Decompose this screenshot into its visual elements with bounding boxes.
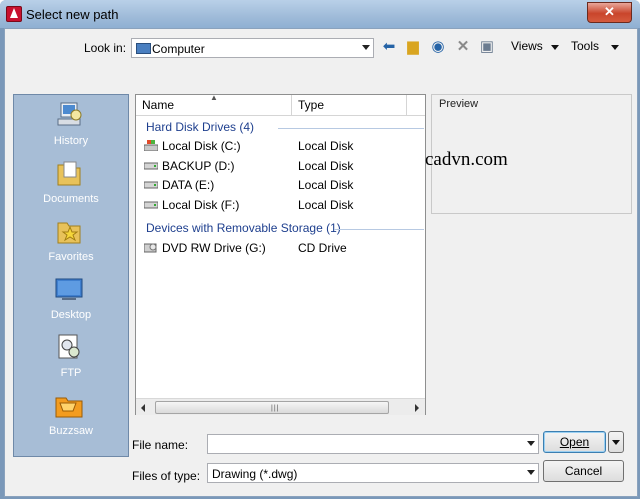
group-hard-disk-drives[interactable]: Hard Disk Drives (4)	[146, 120, 254, 134]
scroll-right-icon[interactable]	[415, 404, 419, 412]
place-documents[interactable]: Documents	[14, 155, 128, 211]
autocad-app-icon	[6, 6, 22, 22]
file-list-header: Name ▲ Type	[136, 93, 425, 116]
group-removable-storage[interactable]: Devices with Removable Storage (1)	[146, 221, 341, 235]
preview-label: Preview	[439, 98, 479, 110]
scroll-left-icon[interactable]	[141, 404, 145, 412]
delete-icon[interactable]: ✕	[453, 38, 473, 56]
desktop-icon	[55, 278, 83, 300]
views-menu[interactable]: Views	[511, 39, 543, 53]
place-favorites-label: Favorites	[48, 251, 94, 263]
title-bar[interactable]: Select new path ✕	[0, 0, 640, 28]
views-chevron-icon[interactable]	[551, 45, 559, 50]
item-name: Local Disk (F:)	[162, 198, 240, 212]
list-item[interactable]: Local Disk (F:) Local Disk	[144, 196, 424, 214]
item-type: Local Disk	[298, 198, 354, 212]
open-button[interactable]: Open	[543, 431, 606, 453]
place-history[interactable]: History	[14, 97, 128, 153]
window-title: Select new path	[26, 7, 119, 22]
column-divider[interactable]	[291, 95, 292, 115]
files-of-type-dropdown[interactable]: Drawing (*.dwg)	[207, 463, 539, 483]
tools-chevron-icon[interactable]	[611, 45, 619, 50]
place-documents-label: Documents	[43, 193, 99, 205]
place-desktop-label: Desktop	[50, 309, 92, 321]
list-item[interactable]: BACKUP (D:) Local Disk	[144, 157, 424, 175]
place-ftp-label: FTP	[60, 367, 82, 379]
dvd-drive-icon	[144, 243, 157, 253]
up-folder-icon[interactable]: ▆	[403, 38, 423, 56]
list-item[interactable]: Local Disk (C:) Local Disk	[144, 137, 424, 155]
column-divider[interactable]	[406, 95, 407, 115]
dialog-window: Select new path ✕ Look in: Computer ⬅ ▆ …	[0, 0, 640, 499]
documents-icon	[57, 161, 81, 186]
group-divider	[334, 229, 424, 230]
create-folder-icon[interactable]: ▣	[477, 38, 497, 56]
open-options-button[interactable]	[608, 431, 624, 453]
ftp-icon	[58, 334, 80, 359]
item-type: CD Drive	[298, 241, 347, 255]
search-web-icon[interactable]: ◉	[428, 38, 448, 56]
item-name: DVD RW Drive (G:)	[162, 241, 266, 255]
scrollbar-thumb[interactable]: |||	[155, 401, 389, 414]
grip-icon: |||	[271, 405, 280, 412]
list-item[interactable]: DVD RW Drive (G:) CD Drive	[144, 239, 424, 257]
horizontal-scrollbar[interactable]: |||	[136, 398, 425, 415]
sort-ascending-icon: ▲	[210, 93, 218, 102]
place-buzzsaw[interactable]: Buzzsaw	[14, 387, 128, 443]
windows-drive-icon	[144, 140, 158, 151]
place-ftp[interactable]: FTP	[14, 329, 128, 385]
place-desktop[interactable]: Desktop	[14, 271, 128, 327]
place-buzzsaw-label: Buzzsaw	[48, 425, 94, 437]
history-icon	[57, 102, 82, 126]
group-divider	[278, 128, 424, 129]
watermark-text: cadvn.com	[425, 149, 508, 170]
drive-icon	[144, 181, 158, 189]
cancel-button[interactable]: Cancel	[543, 460, 624, 482]
drive-icon	[144, 162, 158, 170]
column-type[interactable]: Type	[298, 98, 324, 112]
file-list[interactable]: Name ▲ Type Hard Disk Drives (4) Local D…	[135, 93, 426, 415]
chevron-down-icon	[527, 470, 535, 475]
item-type: Local Disk	[298, 178, 354, 192]
computer-icon	[136, 43, 151, 54]
drive-icon	[144, 201, 158, 209]
tools-menu[interactable]: Tools	[571, 39, 599, 53]
place-favorites[interactable]: Favorites	[14, 213, 128, 269]
places-sidebar: History Documents Favorites Desktop FTP …	[13, 94, 129, 457]
back-icon[interactable]: ⬅	[379, 38, 399, 56]
place-history-label: History	[53, 135, 89, 147]
look-in-label: Look in:	[84, 41, 127, 55]
files-of-type-label: Files of type:	[132, 469, 201, 483]
files-of-type-value: Drawing (*.dwg)	[212, 467, 298, 481]
favorites-icon	[57, 222, 81, 244]
item-type: Local Disk	[298, 139, 354, 153]
chevron-down-icon	[527, 441, 535, 446]
item-name: Local Disk (C:)	[162, 139, 241, 153]
look-in-dropdown[interactable]: Computer	[131, 38, 374, 58]
chevron-down-icon	[362, 45, 370, 50]
item-name: DATA (E:)	[162, 178, 215, 192]
file-name-label: File name:	[132, 438, 189, 452]
look-in-value: Computer	[152, 42, 205, 56]
item-name: BACKUP (D:)	[162, 159, 235, 173]
open-button-label: Open	[559, 435, 590, 449]
item-type: Local Disk	[298, 159, 354, 173]
list-item[interactable]: DATA (E:) Local Disk	[144, 176, 424, 194]
column-name[interactable]: Name	[142, 98, 174, 112]
dialog-body: Look in: Computer ⬅ ▆ ◉ ✕ ▣ Views Tools …	[4, 28, 638, 497]
chevron-down-icon	[612, 440, 620, 445]
buzzsaw-icon	[55, 397, 83, 418]
close-button[interactable]: ✕	[587, 2, 632, 23]
file-name-input[interactable]	[207, 434, 539, 454]
